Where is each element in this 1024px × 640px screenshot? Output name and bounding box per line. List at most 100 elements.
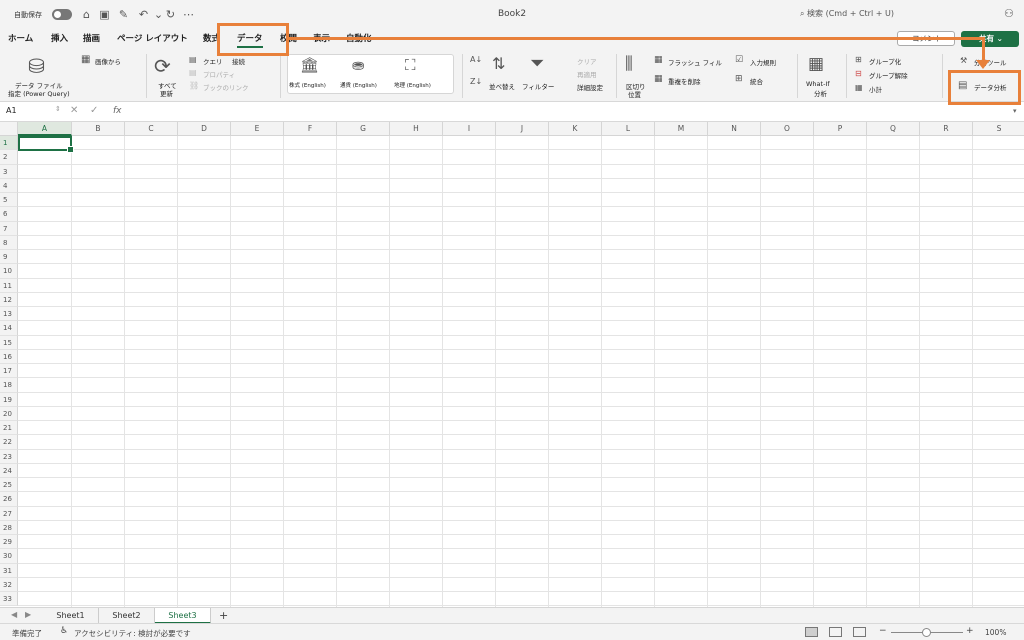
row-header[interactable]: 3 xyxy=(0,164,18,179)
page-layout-view-icon[interactable] xyxy=(829,627,842,637)
text-to-columns-icon[interactable]: ⫼ xyxy=(625,54,633,74)
column-header[interactable]: C xyxy=(125,122,178,136)
row-header[interactable]: 6 xyxy=(0,207,18,222)
accessibility-icon[interactable]: ♿ xyxy=(60,626,68,636)
currencies-button[interactable]: 通貨 (English) xyxy=(340,81,377,89)
what-if-icon[interactable]: ▦ xyxy=(808,54,824,74)
column-header[interactable]: M xyxy=(655,122,708,136)
from-image-button[interactable]: 画像から xyxy=(95,56,121,66)
add-sheet-button[interactable]: + xyxy=(219,608,228,623)
row-header[interactable]: 21 xyxy=(0,421,18,436)
sheet-tab-1[interactable]: Sheet1 xyxy=(43,608,99,624)
clear-button[interactable]: クリア xyxy=(577,56,597,66)
sheet-tab-2[interactable]: Sheet2 xyxy=(99,608,155,624)
save-icon[interactable]: ▣ xyxy=(98,8,111,21)
edit-icon[interactable]: ✎ xyxy=(117,8,130,21)
column-header[interactable]: B xyxy=(72,122,125,136)
sheet-prev-icon[interactable]: ◀ xyxy=(11,610,17,619)
subtotal-button[interactable]: 小計 xyxy=(869,84,882,94)
row-header[interactable]: 9 xyxy=(0,250,18,265)
row-header[interactable]: 33 xyxy=(0,592,18,607)
column-header[interactable]: A xyxy=(18,122,72,136)
sort-icon[interactable]: ⇅ xyxy=(492,54,505,73)
filter-icon[interactable]: ⏷ xyxy=(530,53,544,74)
row-header[interactable]: 13 xyxy=(0,307,18,322)
row-header[interactable]: 28 xyxy=(0,520,18,535)
zoom-slider-knob[interactable] xyxy=(922,628,931,637)
check-icon[interactable]: ✓ xyxy=(90,105,98,116)
column-header[interactable]: J xyxy=(496,122,549,136)
row-header[interactable]: 32 xyxy=(0,577,18,592)
undo-icon[interactable]: ↶ xyxy=(137,8,150,21)
data-validation-button[interactable]: 入力規則 xyxy=(750,57,776,67)
row-header[interactable]: 7 xyxy=(0,221,18,236)
tab-home[interactable]: ホーム xyxy=(8,32,33,44)
person-add-icon[interactable]: ⚇ xyxy=(1004,7,1014,20)
select-all-corner[interactable] xyxy=(0,122,18,136)
column-header[interactable]: L xyxy=(602,122,655,136)
cancel-icon[interactable]: ✕ xyxy=(70,105,78,116)
bank-icon[interactable]: 🏛 xyxy=(300,56,319,74)
column-header[interactable]: E xyxy=(231,122,284,136)
search-input[interactable]: ⌕ 検索 (Cmd + Ctrl + U) xyxy=(800,8,894,19)
row-header[interactable]: 29 xyxy=(0,535,18,550)
column-header[interactable]: N xyxy=(708,122,761,136)
tab-draw[interactable]: 描画 xyxy=(83,32,100,44)
tab-page-layout[interactable]: ページ レイアウト xyxy=(117,32,188,44)
column-header[interactable]: Q xyxy=(867,122,920,136)
row-header[interactable]: 27 xyxy=(0,506,18,521)
autosave-toggle[interactable] xyxy=(52,9,72,20)
row-header[interactable]: 25 xyxy=(0,478,18,493)
column-header[interactable]: K xyxy=(549,122,602,136)
row-header[interactable]: 14 xyxy=(0,321,18,336)
insert-function-button[interactable]: fx xyxy=(113,106,122,116)
home-icon[interactable]: ⌂ xyxy=(80,8,93,21)
row-header[interactable]: 24 xyxy=(0,463,18,478)
row-header[interactable]: 10 xyxy=(0,264,18,279)
flash-fill-button[interactable]: フラッシュ フィル xyxy=(668,57,722,67)
remove-duplicates-button[interactable]: 重複を削除 xyxy=(668,76,701,86)
expand-formula-icon[interactable]: ▾ xyxy=(1013,107,1017,115)
consolidate-button[interactable]: 統合 xyxy=(750,76,763,86)
row-header[interactable]: 17 xyxy=(0,364,18,379)
properties-button[interactable]: プロパティ xyxy=(203,69,235,79)
sheet-next-icon[interactable]: ▶ xyxy=(25,610,31,619)
sort-button[interactable]: 並べ替え xyxy=(489,81,515,91)
column-header[interactable]: I xyxy=(443,122,496,136)
advanced-button[interactable]: 詳細設定 xyxy=(577,82,603,92)
filter-button[interactable]: フィルター xyxy=(522,81,554,91)
row-header[interactable]: 4 xyxy=(0,178,18,193)
column-header[interactable]: G xyxy=(337,122,390,136)
row-header[interactable]: 22 xyxy=(0,435,18,450)
sheet-tab-3[interactable]: Sheet3 xyxy=(155,608,211,624)
row-header[interactable]: 2 xyxy=(0,150,18,165)
column-header[interactable]: S xyxy=(973,122,1024,136)
more-icon[interactable]: ⋯ xyxy=(182,8,195,21)
connections-button[interactable]: 接続 xyxy=(232,56,245,66)
zoom-out-button[interactable]: − xyxy=(879,626,887,636)
row-header[interactable]: 19 xyxy=(0,392,18,407)
row-header[interactable]: 26 xyxy=(0,492,18,507)
name-box[interactable]: A1 xyxy=(6,106,17,115)
row-header[interactable]: 5 xyxy=(0,193,18,208)
cell-area[interactable] xyxy=(18,136,1024,607)
accessibility-status[interactable]: アクセシビリティ: 検討が必要です xyxy=(74,628,191,639)
row-header[interactable]: 18 xyxy=(0,378,18,393)
row-header[interactable]: 11 xyxy=(0,278,18,293)
queries-button[interactable]: クエリ xyxy=(203,56,223,66)
row-header[interactable]: 16 xyxy=(0,349,18,364)
normal-view-icon[interactable] xyxy=(805,627,818,637)
column-header[interactable]: F xyxy=(284,122,337,136)
column-header[interactable]: R xyxy=(920,122,973,136)
workbook-links-button[interactable]: ブックのリンク xyxy=(203,82,249,92)
name-box-stepper-icon[interactable]: ⇕ xyxy=(55,105,61,113)
what-if-button[interactable]: What-If xyxy=(806,80,830,88)
row-header[interactable]: 15 xyxy=(0,335,18,350)
column-header[interactable]: H xyxy=(390,122,443,136)
sort-az-icon[interactable]: A↓ xyxy=(470,55,482,64)
ungroup-button[interactable]: グループ解除 xyxy=(869,70,908,80)
zoom-level[interactable]: 100% xyxy=(985,628,1006,637)
database-icon[interactable]: ⛁ xyxy=(28,54,45,78)
row-header[interactable]: 23 xyxy=(0,449,18,464)
reapply-button[interactable]: 再適用 xyxy=(577,69,597,79)
